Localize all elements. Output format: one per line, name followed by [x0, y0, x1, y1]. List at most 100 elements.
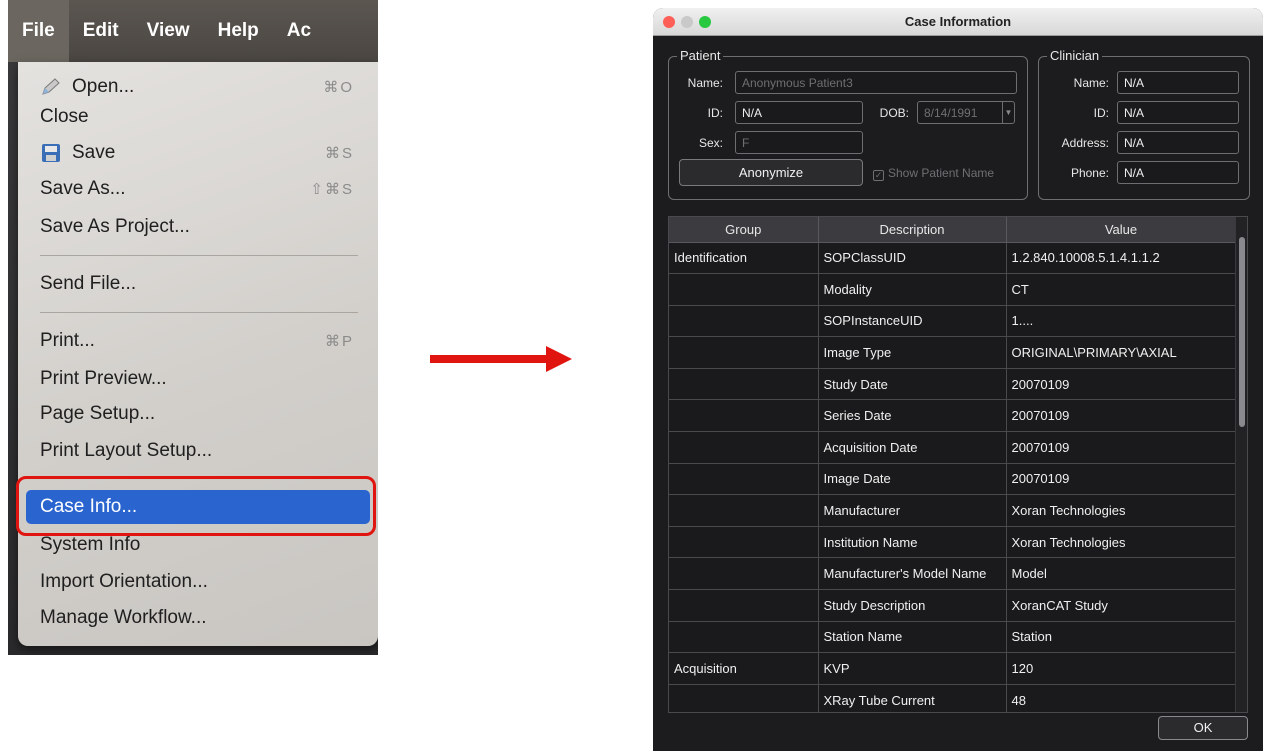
clinician-id-label: ID: [1093, 106, 1109, 120]
menubar-file[interactable]: File [8, 0, 69, 62]
column-header-group[interactable]: Group [669, 217, 819, 243]
description-cell: Image Date [818, 463, 1007, 496]
group-cell: Identification [669, 242, 819, 275]
table-row[interactable]: Study Description XoranCAT Study [669, 589, 1237, 622]
clinician-name-field[interactable]: N/A [1117, 71, 1239, 94]
menubar-help[interactable]: Help [204, 0, 273, 62]
ok-button[interactable]: OK [1158, 716, 1248, 740]
description-cell: Image Type [818, 336, 1007, 369]
patient-name-field[interactable]: Anonymous Patient3 [735, 71, 1017, 94]
menu-item-label: System Info [40, 534, 141, 555]
menubar-view[interactable]: View [133, 0, 204, 62]
patient-sex-field[interactable]: F [735, 131, 863, 154]
floppy-disk-icon [40, 143, 62, 163]
description-cell: Station Name [818, 621, 1007, 654]
value-cell: Model [1006, 557, 1237, 591]
menu-item-print-layout-setup[interactable]: Print Layout Setup... [18, 434, 378, 468]
description-cell: Acquisition Date [818, 431, 1007, 464]
show-patient-name-checkbox[interactable]: ✓ Show Patient Name [873, 166, 994, 181]
description-cell: Manufacturer's Model Name [818, 557, 1007, 591]
value-cell: 1.2.840.10008.5.1.4.1.1.2 [1006, 242, 1237, 275]
group-cell [669, 431, 819, 464]
menu-item-send-file[interactable]: Send File... [18, 267, 378, 301]
menu-item-close[interactable]: Close [18, 100, 378, 134]
group-cell [669, 305, 819, 338]
dropdown-arrow-icon[interactable]: ▼ [1002, 102, 1014, 123]
table-row[interactable]: Series Date 20070109 [669, 399, 1237, 433]
menu-item-print-preview[interactable]: Print Preview... [18, 362, 378, 396]
table-row[interactable]: Study Date 20070109 [669, 368, 1237, 401]
menu-item-save[interactable]: Save ⌘S [18, 136, 378, 170]
column-header-value[interactable]: Value [1006, 217, 1237, 243]
menu-shortcut: ⌘O [323, 79, 354, 96]
table-row[interactable]: Manufacturer Xoran Technologies [669, 494, 1237, 527]
show-patient-name-label: Show Patient Name [888, 166, 995, 180]
table-row[interactable]: Image Type ORIGINAL\PRIMARY\AXIAL [669, 336, 1237, 369]
group-cell [669, 463, 819, 496]
menu-item-open[interactable]: Open... ⌘O [18, 70, 378, 104]
patient-dob-label: DOB: [879, 106, 909, 120]
group-cell [669, 526, 819, 559]
menu-item-print[interactable]: Print... ⌘P [18, 324, 378, 358]
value-cell: 48 [1006, 684, 1237, 712]
menu-bar: File Edit View Help Ac [8, 0, 378, 62]
patient-legend: Patient [677, 48, 724, 63]
table-row[interactable]: Station Name Station [669, 621, 1237, 654]
patient-id-label: ID: [707, 106, 723, 120]
table-row[interactable]: Institution Name Xoran Technologies [669, 526, 1237, 559]
patient-id-field[interactable]: N/A [735, 101, 863, 124]
patient-name-label: Name: [687, 76, 723, 90]
value-cell: Station [1006, 621, 1237, 654]
clinician-phone-label: Phone: [1070, 166, 1109, 180]
clinician-id-field[interactable]: N/A [1117, 101, 1239, 124]
scroll-thumb[interactable] [1239, 237, 1245, 427]
menu-item-label: Manage Workflow... [40, 607, 207, 628]
column-header-description[interactable]: Description [818, 217, 1007, 243]
menubar-ac[interactable]: Ac [273, 0, 325, 62]
dialog-titlebar: Case Information [653, 8, 1263, 36]
menu-separator [40, 312, 358, 313]
table-row[interactable]: Acquisition Date 20070109 [669, 431, 1237, 464]
patient-dob-field[interactable]: 8/14/1991 ▼ [917, 101, 1015, 124]
menu-item-label: Print Preview... [40, 368, 167, 389]
checkbox-icon: ✓ [873, 170, 884, 181]
table-row[interactable]: XRay Tube Current 48 [669, 684, 1237, 712]
value-cell: Xoran Technologies [1006, 526, 1237, 559]
value-cell: 20070109 [1006, 431, 1237, 464]
pencil-icon [40, 77, 62, 97]
clinician-phone-field[interactable]: N/A [1117, 161, 1239, 184]
menu-item-save-as-project[interactable]: Save As Project... [18, 210, 378, 244]
menu-item-page-setup[interactable]: Page Setup... [18, 397, 378, 431]
value-cell: 120 [1006, 652, 1237, 685]
case-information-dialog: Case Information Patient Name: Anonymous… [653, 8, 1263, 751]
menu-item-label: Page Setup... [40, 403, 156, 424]
description-cell: SOPClassUID [818, 242, 1007, 275]
table-row[interactable]: Acquisition KVP 120 [669, 652, 1237, 685]
description-cell: Modality [818, 273, 1007, 306]
table-row[interactable]: Identification SOPClassUID 1.2.840.10008.5… [669, 242, 1237, 275]
group-cell [669, 336, 819, 369]
case-info-highlight-box [16, 476, 376, 536]
menu-item-label: Print Layout Setup... [40, 440, 213, 461]
value-cell: 20070109 [1006, 368, 1237, 401]
menu-separator [40, 255, 358, 256]
anonymize-button[interactable]: Anonymize [679, 159, 863, 186]
clinician-address-field[interactable]: N/A [1117, 131, 1239, 154]
menu-item-save-as[interactable]: Save As... ⇧⌘S [18, 172, 378, 206]
table-row[interactable]: Image Date 20070109 [669, 463, 1237, 496]
value-cell: 1.... [1006, 305, 1237, 338]
table-row[interactable]: SOPInstanceUID 1.... [669, 305, 1237, 338]
file-menu-dropdown: Open... ⌘O Close Save ⌘S Save As... ⇧⌘S … [18, 62, 378, 646]
table-row[interactable]: Manufacturer's Model Name Model [669, 557, 1237, 591]
table-scrollbar[interactable] [1235, 217, 1247, 712]
clinician-name-label: Name: [1073, 76, 1109, 90]
menubar-edit[interactable]: Edit [69, 0, 133, 62]
menu-item-import-orientation[interactable]: Import Orientation... [18, 565, 378, 599]
value-cell: ORIGINAL\PRIMARY\AXIAL [1006, 336, 1237, 369]
description-cell: SOPInstanceUID [818, 305, 1007, 338]
table-row[interactable]: Modality CT [669, 273, 1237, 306]
menu-item-manage-workflow[interactable]: Manage Workflow... [18, 601, 378, 635]
group-cell [669, 589, 819, 622]
value-cell: Xoran Technologies [1006, 494, 1237, 527]
dicom-tags-table[interactable]: Group Description Value Identification SO… [668, 216, 1248, 713]
